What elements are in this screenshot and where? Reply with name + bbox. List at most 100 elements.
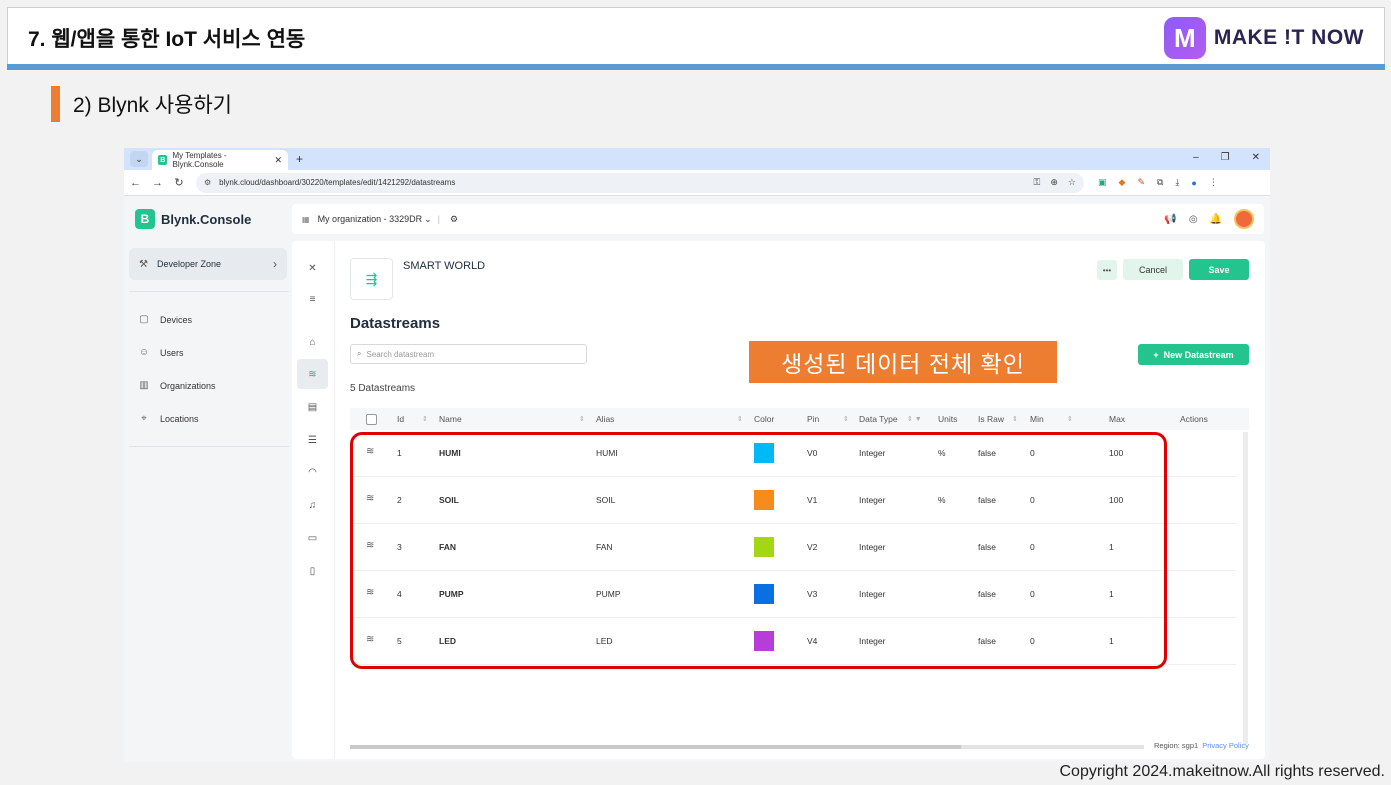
events-icon[interactable]: ▤ xyxy=(297,392,328,422)
sidebar-divider xyxy=(129,291,289,292)
url-field[interactable]: ⚙ blynk.cloud/dashboard/30220/templates/… xyxy=(196,172,1084,193)
forward-icon[interactable]: → xyxy=(152,177,163,189)
search-input[interactable]: ⌕ Search datastream xyxy=(350,344,587,364)
metamask-icon[interactable]: ◆ xyxy=(1119,177,1126,188)
extension-icon[interactable]: ▣ xyxy=(1098,177,1107,188)
datastream-count: 5 Datastreams xyxy=(350,383,416,394)
column-name[interactable]: Name ⇕ xyxy=(439,414,585,424)
more-button[interactable]: ••• xyxy=(1097,260,1117,280)
column-is-raw[interactable]: Is Raw ⇕ xyxy=(978,414,1018,424)
browser-tab[interactable]: B My Templates - Blynk.Console ✕ xyxy=(152,150,288,170)
download-icon[interactable]: ⤓ xyxy=(1175,177,1179,188)
section-title: 2) Blynk 사용하기 xyxy=(73,94,232,117)
sidebar-divider xyxy=(129,446,289,447)
key-icon[interactable]: ⚿ xyxy=(1034,177,1041,188)
makeitnow-logo: M MAKE !T NOW xyxy=(1163,17,1364,59)
section-marker xyxy=(51,86,60,122)
bell-icon[interactable]: ♫ xyxy=(297,490,328,520)
logo-mark: M xyxy=(1163,17,1206,59)
column-alias[interactable]: Alias ⇕ xyxy=(596,414,743,424)
top-bar: ▦ My organization - 3329DR ⌄ | ⚙ 📢 ◎ 🔔 xyxy=(292,204,1264,234)
restore-icon[interactable]: ❐ xyxy=(1221,152,1230,163)
user-avatar[interactable] xyxy=(1234,209,1254,229)
sidebar-item-organizations[interactable]: ▥ Organizations xyxy=(138,380,216,391)
table-header: Id ⇕ Name ⇕ Alias ⇕ Color Pin ⇕ Data Type ⇕ ▼… xyxy=(350,408,1249,430)
column-pin[interactable]: Pin ⇕ xyxy=(807,414,849,424)
sidebar-item-devices[interactable]: ▢ Devices xyxy=(138,314,192,325)
tab-search-icon[interactable]: ⌄ xyxy=(130,151,148,167)
menu-lines-icon[interactable]: ≡ xyxy=(297,284,328,314)
sidebar-item-label: Organizations xyxy=(160,380,216,391)
extensions-bar: ▣ ◆ ✎ ⧉ ⤓ ● ⋮ xyxy=(1098,177,1218,188)
book-icon[interactable]: ▭ xyxy=(297,523,328,553)
settings-gear-icon[interactable]: ⚙ xyxy=(450,214,458,225)
list-icon[interactable]: ☰ xyxy=(297,425,328,455)
menu-icon[interactable]: ⋮ xyxy=(1209,177,1218,188)
organizations-icon: ▥ xyxy=(139,380,149,391)
brand-name: Blynk.Console xyxy=(161,211,252,227)
sidebar-item-label: Users xyxy=(160,347,184,358)
sidebar-item-label: Locations xyxy=(160,413,199,424)
chevron-down-icon[interactable]: ⌄ xyxy=(424,214,432,225)
copyright: Copyright 2024.makeitnow.All rights rese… xyxy=(1059,763,1386,780)
new-tab-icon[interactable]: + xyxy=(296,152,303,166)
puzzle-icon[interactable]: ⧉ xyxy=(1157,177,1163,188)
column-max[interactable]: Max xyxy=(1109,414,1125,424)
sidebar-item-users[interactable]: ☺ Users xyxy=(138,347,184,358)
site-info-icon[interactable]: ⚙ xyxy=(204,178,211,187)
chevron-right-icon: › xyxy=(273,257,277,271)
zoom-icon[interactable]: ⊕ xyxy=(1050,177,1058,188)
slide-title: 7. 웹/앱을 통한 IoT 서비스 연동 xyxy=(28,28,306,51)
tab-title: My Templates - Blynk.Console xyxy=(172,151,227,169)
help-icon[interactable]: ◎ xyxy=(1189,214,1198,225)
announcements-icon[interactable]: 📢 xyxy=(1164,214,1176,225)
new-datastream-button[interactable]: + New Datastream xyxy=(1138,344,1249,365)
devices-icon: ▢ xyxy=(139,314,149,325)
sidebar-item-developer-zone[interactable]: ⚒ Developer Zone › xyxy=(129,248,287,280)
horizontal-scrollbar[interactable] xyxy=(350,745,1144,749)
sidebar-item-locations[interactable]: ⌖ Locations xyxy=(138,413,199,424)
datastreams-icon[interactable]: ≋ xyxy=(297,359,328,389)
reload-icon[interactable]: ↻ xyxy=(174,176,184,189)
organization-selector[interactable]: My organization - 3329DR xyxy=(318,214,423,224)
top-bar-actions: 📢 ◎ 🔔 xyxy=(1164,209,1254,229)
pen-extension-icon[interactable]: ✎ xyxy=(1137,177,1145,188)
tab-close-icon[interactable]: ✕ xyxy=(274,155,282,166)
save-button[interactable]: Save xyxy=(1189,259,1249,280)
star-icon[interactable]: ☆ xyxy=(1068,177,1076,188)
header-divider xyxy=(7,64,1385,70)
slide: 7. 웹/앱을 통한 IoT 서비스 연동 M MAKE !T NOW 2) B… xyxy=(0,0,1391,785)
column-min[interactable]: Min ⇕ xyxy=(1030,414,1073,424)
logo-text: MAKE !T NOW xyxy=(1213,26,1364,49)
location-icon: ⌖ xyxy=(141,413,147,424)
close-icon[interactable]: ✕ xyxy=(297,253,328,283)
home-icon[interactable]: ⌂ xyxy=(297,327,328,357)
scrollbar-thumb[interactable] xyxy=(350,745,961,749)
organization-icon: ▦ xyxy=(302,214,310,224)
close-window-icon[interactable]: ✕ xyxy=(1252,152,1260,163)
blynk-favicon-icon: B xyxy=(158,155,168,165)
wifi-icon[interactable]: ◠ xyxy=(297,457,328,487)
window-controls: – ❐ ✕ xyxy=(1193,152,1260,163)
brand[interactable]: B Blynk.Console xyxy=(135,209,251,229)
url-actions: ⚿ ⊕ ☆ xyxy=(1034,177,1076,188)
minimize-icon[interactable]: – xyxy=(1193,152,1199,163)
profile-icon[interactable]: ● xyxy=(1191,178,1196,188)
template-icon[interactable]: ⇶ xyxy=(350,258,393,300)
back-icon[interactable]: ← xyxy=(130,177,141,189)
column-color: Color xyxy=(754,414,775,424)
sidebar-item-label: Devices xyxy=(160,314,193,325)
select-all-checkbox[interactable] xyxy=(366,414,377,425)
column-data-type[interactable]: Data Type ⇕ ▼ xyxy=(859,414,922,424)
mobile-icon[interactable]: ▯ xyxy=(297,556,328,586)
vertical-scrollbar[interactable] xyxy=(1243,432,1248,744)
tools-icon: ⚒ xyxy=(139,258,148,270)
column-id[interactable]: Id ⇕ xyxy=(397,414,428,424)
privacy-policy-link[interactable]: Privacy Policy xyxy=(1202,741,1249,750)
cancel-button[interactable]: Cancel xyxy=(1123,259,1183,280)
notifications-icon[interactable]: 🔔 xyxy=(1210,214,1222,225)
search-placeholder: Search datastream xyxy=(366,349,435,359)
url-text: blynk.cloud/dashboard/30220/templates/ed… xyxy=(219,178,456,187)
divider: | xyxy=(437,214,441,224)
section-heading: 2) Blynk 사용하기 xyxy=(51,86,232,122)
